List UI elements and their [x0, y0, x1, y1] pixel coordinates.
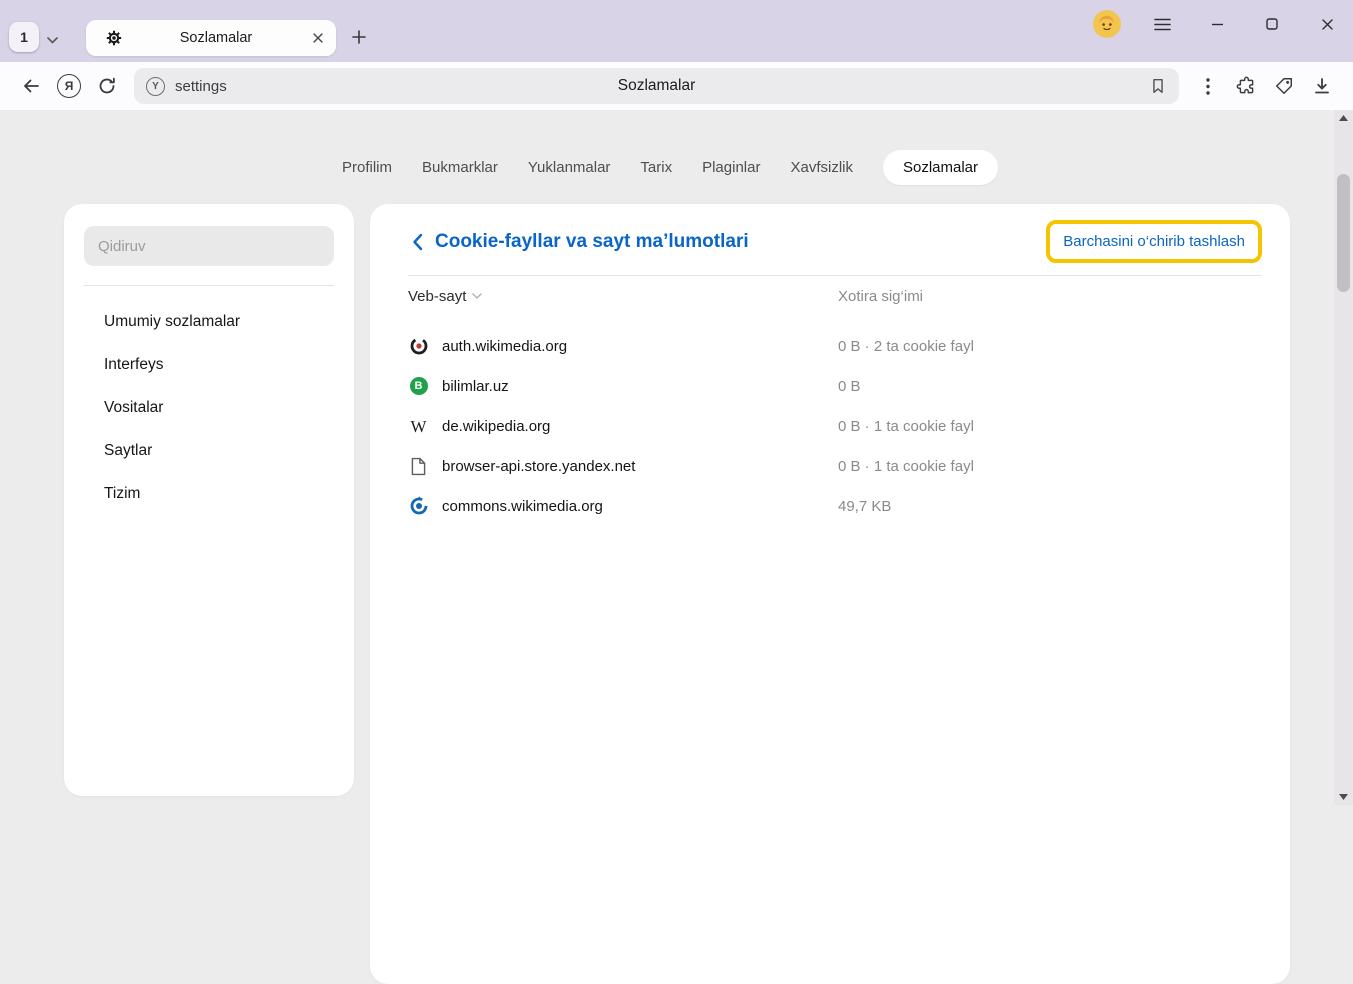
site-size: 0 B · 2 ta cookie fayl [838, 338, 1262, 355]
tab-profilim[interactable]: Profilim [342, 159, 392, 176]
site-column-label: Veb-sayt [408, 288, 466, 305]
tab-list-chevron-icon[interactable] [47, 31, 58, 49]
cookies-panel: Cookie-fayllar va sayt ma’lumotlari Barc… [370, 204, 1290, 984]
gear-icon [106, 30, 122, 46]
site-data-table: Veb-sayt Xotira sig‘imi auth.wikimedia.o… [408, 276, 1262, 526]
table-row[interactable]: W de.wikipedia.org 0 B · 1 ta cookie fay… [408, 406, 1262, 446]
window-titlebar: 1 Sozlamalar [0, 0, 1353, 62]
titlebar-controls [1093, 9, 1341, 39]
sidebar-divider [84, 285, 334, 286]
document-icon [408, 457, 429, 476]
table-row[interactable]: auth.wikimedia.org 0 B · 2 ta cookie fay… [408, 326, 1262, 366]
yandex-logo-icon: Я [57, 74, 81, 98]
extensions-puzzle-icon[interactable] [1227, 68, 1265, 104]
browser-tab[interactable]: Sozlamalar [86, 20, 336, 56]
search-input[interactable] [84, 238, 334, 255]
site-size: 0 B [838, 378, 1262, 395]
tab-xavfsizlik[interactable]: Xavfsizlik [790, 159, 853, 176]
site-domain: de.wikipedia.org [442, 418, 550, 435]
tab-plaginlar[interactable]: Plaginlar [702, 159, 760, 176]
sidebar-item-tizim[interactable]: Tizim [64, 472, 354, 515]
site-domain: bilimlar.uz [442, 378, 509, 395]
settings-page: Profilim Bukmarklar Yuklanmalar Tarix Pl… [0, 110, 1353, 805]
scroll-up-arrow-icon[interactable] [1334, 115, 1353, 121]
tab-tarix[interactable]: Tarix [640, 159, 672, 176]
table-row[interactable]: commons.wikimedia.org 49,7 KB [408, 486, 1262, 526]
wikipedia-w-icon: W [408, 418, 429, 435]
scroll-down-arrow-icon[interactable] [1334, 794, 1353, 800]
bilimlar-favicon: B [408, 377, 429, 395]
wikimedia-community-icon [408, 336, 429, 356]
column-header-site[interactable]: Veb-sayt [408, 288, 838, 305]
downloads-icon[interactable] [1303, 68, 1341, 104]
column-header-size: Xotira sig‘imi [838, 288, 1262, 305]
sidebar-item-interfeys[interactable]: Interfeys [64, 343, 354, 386]
site-badge-icon[interactable]: Y [146, 77, 165, 96]
sort-chevron-icon [472, 293, 482, 299]
window-close-button[interactable] [1313, 10, 1341, 38]
tab-title: Sozlamalar [122, 30, 310, 46]
bookmark-icon[interactable] [1149, 77, 1167, 95]
menu-hamburger-icon[interactable] [1148, 10, 1176, 38]
settings-nav-tabs: Profilim Bukmarklar Yuklanmalar Tarix Pl… [342, 149, 998, 185]
tab-bukmarklar[interactable]: Bukmarklar [422, 159, 498, 176]
commons-icon [408, 496, 429, 516]
url-text: settings [175, 78, 227, 95]
yandex-home-button[interactable]: Я [50, 68, 88, 104]
browser-toolbar: Я Y settings Sozlamalar [0, 62, 1353, 110]
tab-counter-button[interactable]: 1 [9, 22, 39, 52]
sidebar-menu: Umumiy sozlamalar Interfeys Vositalar Sa… [64, 300, 354, 515]
site-size: 0 B · 1 ta cookie fayl [838, 418, 1262, 435]
sidebar-item-umumiy-sozlamalar[interactable]: Umumiy sozlamalar [64, 300, 354, 343]
offers-tag-icon[interactable] [1265, 68, 1303, 104]
site-size: 49,7 KB [838, 498, 1262, 515]
sidebar-item-saytlar[interactable]: Saytlar [64, 429, 354, 472]
table-header: Veb-sayt Xotira sig‘imi [408, 276, 1262, 316]
site-domain: browser-api.store.yandex.net [442, 458, 635, 475]
site-size: 0 B · 1 ta cookie fayl [838, 458, 1262, 475]
window-minimize-button[interactable] [1203, 10, 1231, 38]
address-bar[interactable]: Y settings Sozlamalar [134, 68, 1179, 104]
site-domain: commons.wikimedia.org [442, 498, 603, 515]
delete-all-button[interactable]: Barchasini o‘chirib tashlash [1046, 220, 1262, 263]
tab-sozlamalar[interactable]: Sozlamalar [883, 150, 998, 185]
window-maximize-button[interactable] [1258, 10, 1286, 38]
new-tab-button[interactable] [344, 22, 374, 52]
reload-button[interactable] [88, 68, 126, 104]
page-title: Cookie-fayllar va sayt ma’lumotlari [435, 231, 749, 253]
site-domain: auth.wikimedia.org [442, 338, 567, 355]
more-options-icon[interactable] [1189, 68, 1227, 104]
back-button[interactable] [12, 68, 50, 104]
tab-close-icon[interactable] [310, 30, 326, 46]
scrollbar-thumb[interactable] [1337, 174, 1350, 292]
back-chevron-icon[interactable] [410, 229, 425, 255]
settings-sidebar: Umumiy sozlamalar Interfeys Vositalar Sa… [64, 204, 354, 796]
tab-yuklanmalar[interactable]: Yuklanmalar [528, 159, 611, 176]
table-row[interactable]: browser-api.store.yandex.net 0 B · 1 ta … [408, 446, 1262, 486]
panel-header: Cookie-fayllar va sayt ma’lumotlari Barc… [370, 204, 1290, 263]
page-scrollbar[interactable] [1334, 110, 1353, 805]
profile-avatar[interactable] [1093, 10, 1121, 38]
table-row[interactable]: B bilimlar.uz 0 B [408, 366, 1262, 406]
address-bar-page-title: Sozlamalar [618, 77, 696, 95]
sidebar-item-vositalar[interactable]: Vositalar [64, 386, 354, 429]
sidebar-search[interactable] [84, 226, 334, 266]
